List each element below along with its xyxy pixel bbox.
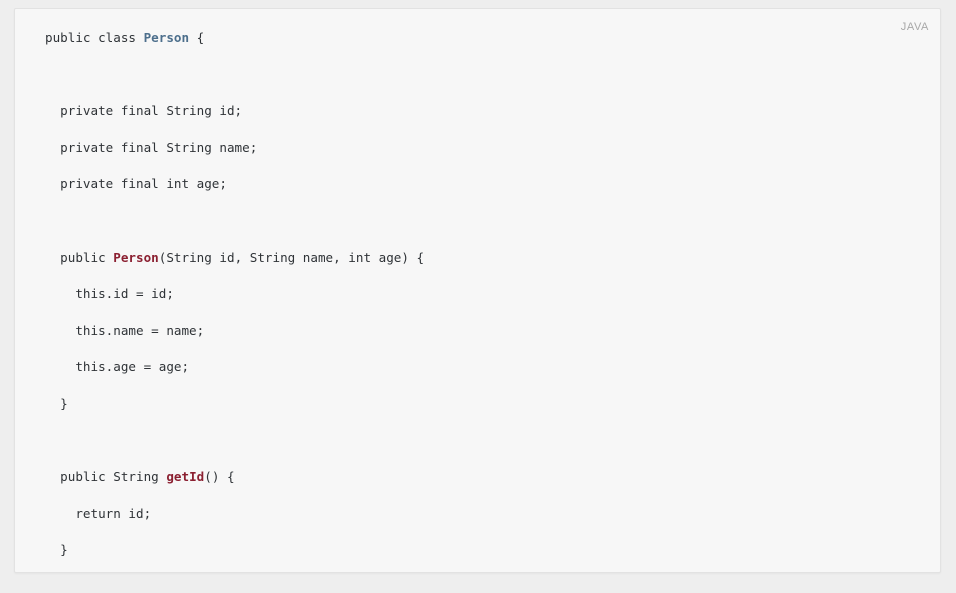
code-line: public Person(String id, String name, in… <box>45 249 924 267</box>
code-line: this.id = id; <box>45 285 924 303</box>
code-token-plain: (String id, String name, int age) { <box>158 249 425 265</box>
code-token-title: getId <box>166 469 205 485</box>
code-line: private final String name; <box>45 139 924 157</box>
code-token-plain: this.name = name; <box>45 322 205 338</box>
code-token-plain: this.id = id; <box>45 286 174 302</box>
code-token-plain: () { <box>204 469 235 485</box>
code-block-card: JAVA public class Person { ​ private fin… <box>14 8 941 573</box>
code-token-plain: public String <box>45 469 167 485</box>
code-token-plain: this.age = age; <box>45 359 190 375</box>
code-line: this.name = name; <box>45 322 924 340</box>
code-line: this.age = age; <box>45 358 924 376</box>
code-line: } <box>45 395 924 413</box>
code-token-plain: } <box>45 395 68 411</box>
code-line: return id; <box>45 505 924 523</box>
code-token-plain: return id; <box>45 505 152 521</box>
code-token-plain: } <box>45 542 68 558</box>
code-line: } <box>45 541 924 559</box>
code-token-plain: { <box>189 30 205 45</box>
code-line: private final String id; <box>45 102 924 120</box>
code-line: ​ <box>45 66 924 84</box>
code-token-type: Person <box>143 30 190 45</box>
code-token-plain: private final String name; <box>45 139 258 155</box>
code-line: ​ <box>45 432 924 450</box>
code-line: public class Person { <box>45 29 924 47</box>
code-line: ​ <box>45 212 924 230</box>
code-token-plain: private final int age; <box>45 176 227 192</box>
code-line: public String getId() { <box>45 468 924 486</box>
code-body: public class Person { ​ private final St… <box>45 29 924 566</box>
code-token-plain: public class <box>45 30 144 45</box>
java-source-code[interactable]: public class Person { ​ private final St… <box>45 29 924 566</box>
code-line: private final int age; <box>45 175 924 193</box>
code-token-plain: public <box>45 249 114 265</box>
code-token-plain: private final String id; <box>45 103 243 119</box>
code-token-title: Person <box>113 249 159 265</box>
